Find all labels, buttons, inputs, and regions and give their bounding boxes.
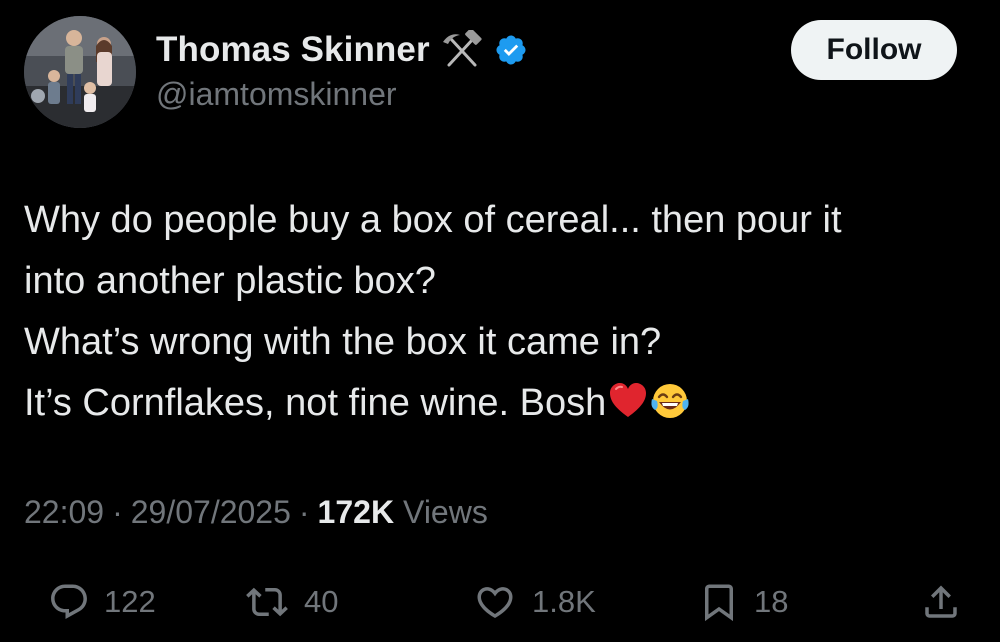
tweet-action-bar: 122 40 1.8K 18: [0, 572, 1000, 632]
repost-icon: [246, 587, 288, 617]
tweet-text-line: What’s wrong with the box it came in?: [24, 321, 662, 363]
meta-separator: ·: [298, 494, 310, 530]
repost-button[interactable]: 40: [244, 572, 338, 632]
tweet-card: Thomas Skinner @iamtomskinner Follow Why…: [0, 0, 1000, 642]
author-name-row: Thomas Skinner: [156, 26, 528, 74]
bookmark-button[interactable]: 18: [698, 572, 788, 632]
share-icon: [925, 585, 957, 618]
reply-button[interactable]: 122: [48, 572, 156, 632]
like-button[interactable]: 1.8K: [472, 572, 596, 632]
reply-icon: [51, 584, 87, 619]
hammer-pick-icon: [440, 30, 484, 70]
tweet-text-line: It’s Cornflakes, not fine wine. Bosh: [24, 373, 974, 434]
follow-button[interactable]: Follow: [791, 20, 957, 80]
bookmark-count: 18: [754, 584, 789, 619]
repost-count: 40: [304, 584, 339, 619]
heart-icon: [477, 587, 513, 619]
tweet-meta: 22:09 · 29/07/2025 · 172K Views: [24, 494, 488, 531]
views-count: 172K: [317, 494, 395, 530]
author-avatar[interactable]: [24, 16, 136, 128]
tweet-date[interactable]: 29/07/2025: [131, 494, 291, 531]
views-label: Views: [403, 494, 488, 530]
tweet-text-line: Why do people buy a box of cereal... the…: [24, 199, 842, 241]
tweet-text-line: into another plastic box?: [24, 260, 436, 302]
red-heart-emoji: [610, 383, 647, 417]
like-count: 1.8K: [532, 584, 596, 619]
meta-separator: ·: [112, 494, 123, 530]
share-button[interactable]: [920, 572, 962, 632]
reply-count: 122: [104, 584, 156, 619]
face-with-tears-of-joy-emoji: [651, 384, 689, 418]
author-display-name[interactable]: Thomas Skinner: [156, 30, 430, 70]
tweet-time[interactable]: 22:09: [24, 494, 104, 531]
verified-badge-icon[interactable]: [494, 33, 528, 67]
bookmark-icon: [705, 584, 733, 622]
tweet-text: Why do people buy a box of cereal... the…: [24, 190, 974, 434]
tweet-text-final: It’s Cornflakes, not fine wine. Bosh: [24, 382, 607, 424]
author-handle[interactable]: @iamtomskinner: [156, 76, 397, 113]
